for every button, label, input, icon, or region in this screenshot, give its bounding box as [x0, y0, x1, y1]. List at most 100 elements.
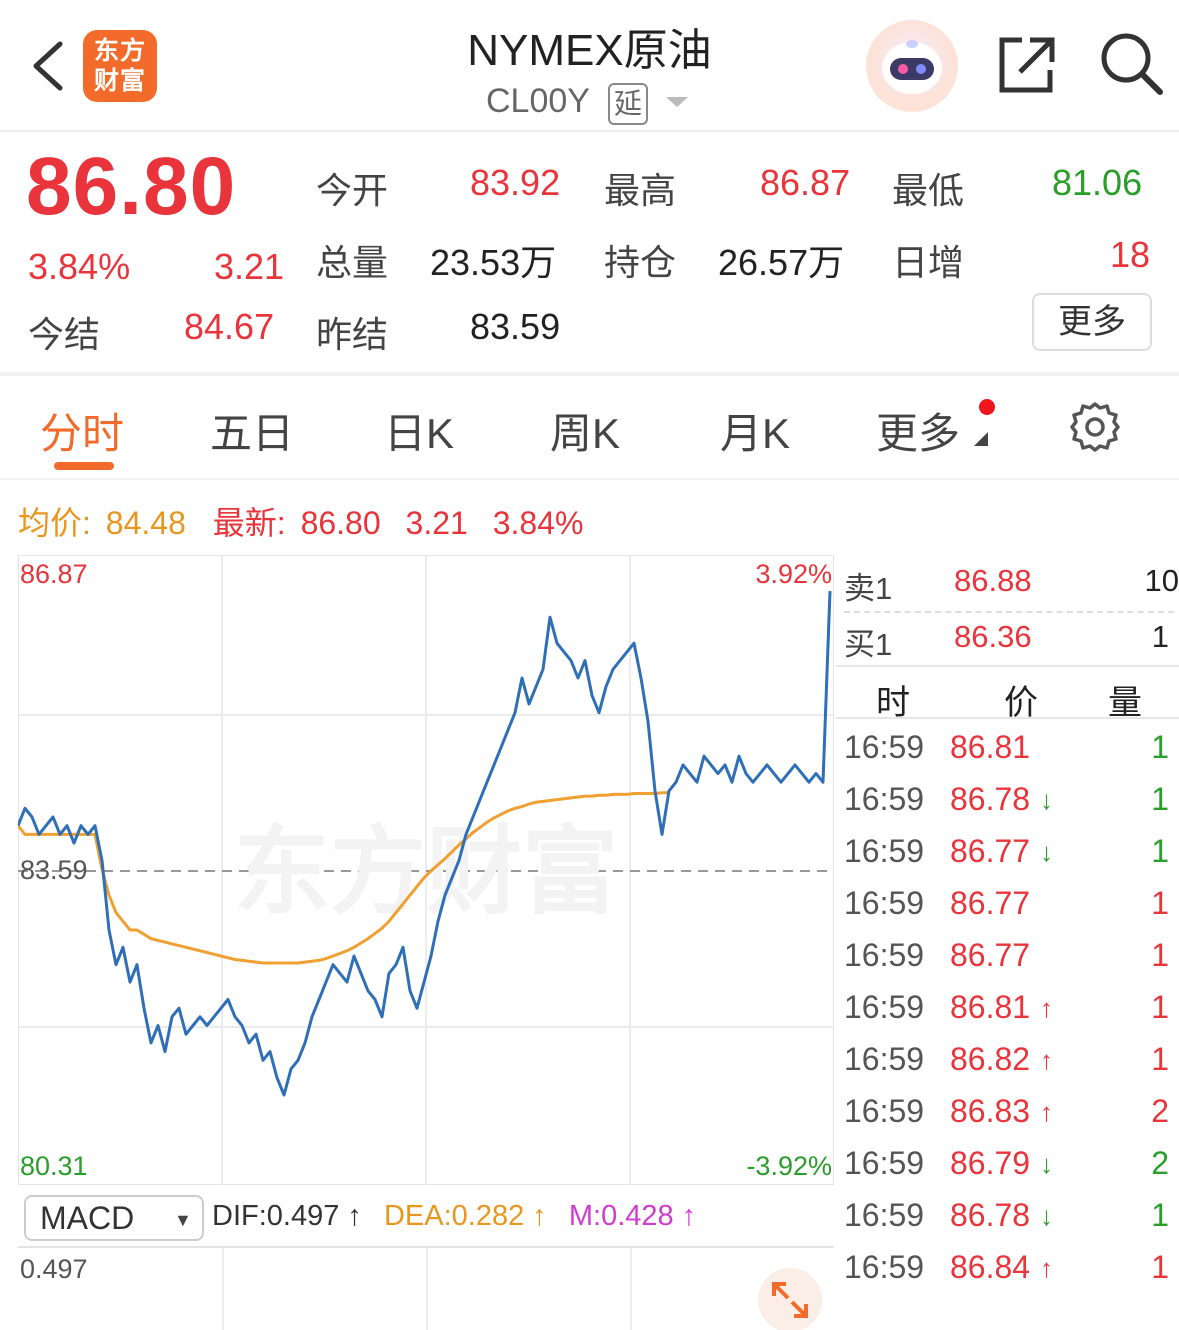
- tick-row: 16:59 86.78 ↓ 1: [836, 781, 1179, 833]
- tick-price: 86.81: [950, 729, 1031, 765]
- y-bottom-label: 80.31: [20, 1151, 88, 1181]
- tick-row: 16:59 86.77 1: [836, 885, 1179, 937]
- open-value: 83.92: [470, 162, 561, 203]
- pct-bottom-label: -3.92%: [746, 1151, 832, 1181]
- open-label: 今开: [316, 170, 389, 211]
- sell1-label: 卖1: [844, 571, 893, 606]
- tick-row: 16:59 86.77 ↓ 1: [836, 833, 1179, 885]
- assistant-avatar[interactable]: [866, 20, 958, 112]
- gear-icon[interactable]: [1068, 400, 1122, 454]
- macd-dea: DEA:0.282 ↑: [383, 1200, 547, 1232]
- daily-inc-value: 18: [1110, 234, 1151, 275]
- tick-time: 16:59: [844, 989, 925, 1025]
- tick-row: 16:59 86.77 1: [836, 937, 1179, 989]
- oi-value: 26.57万: [718, 242, 845, 283]
- tab-five-day[interactable]: 五日: [210, 400, 294, 461]
- tab-weekly-k[interactable]: 周K: [550, 400, 620, 461]
- grid-line: [630, 1248, 632, 1330]
- tick-price: 86.78: [950, 1197, 1031, 1233]
- high-label: 最高: [604, 170, 677, 211]
- chart-canvas: 东方财富: [16, 555, 834, 1185]
- high-value: 86.87: [760, 162, 851, 203]
- tick-price: 86.77: [950, 885, 1031, 921]
- tick-time: 16:59: [844, 1093, 925, 1129]
- more-quote-button[interactable]: 更多: [1032, 293, 1152, 351]
- volume-value: 23.53万: [430, 242, 557, 283]
- tick-time: 16:59: [844, 1249, 925, 1285]
- prev-settle-value: 83.59: [470, 306, 561, 347]
- settle-label: 今结: [28, 314, 101, 355]
- y-mid-label: 83.59: [20, 855, 88, 885]
- tick-row: 16:59 86.81 1: [836, 729, 1179, 781]
- divider: [836, 717, 1179, 719]
- low-label: 最低: [892, 170, 965, 211]
- tick-price: 86.84: [950, 1249, 1031, 1285]
- low-value: 81.06: [1052, 162, 1143, 203]
- tick-volume: 1: [1151, 781, 1169, 817]
- macd-top-label: 0.497: [20, 1254, 88, 1284]
- tick-time: 16:59: [844, 1145, 925, 1181]
- buy1-price: 86.36: [954, 619, 1032, 654]
- latest-pct: 3.84%: [492, 505, 584, 541]
- sell1-volume: 10: [1144, 563, 1179, 598]
- expand-button[interactable]: [758, 1268, 822, 1330]
- divider: [0, 372, 1179, 376]
- search-icon[interactable]: [1098, 30, 1164, 96]
- tab-monthly-k[interactable]: 月K: [720, 400, 790, 461]
- macd-legend: DIF:0.497 ↑ DEA:0.282 ↑ M:0.428 ↑: [212, 1200, 696, 1233]
- tick-volume: 1: [1151, 885, 1169, 921]
- macd-m: M:0.428 ↑: [568, 1200, 697, 1232]
- tick-row: 16:59 86.82 ↑ 1: [836, 1041, 1179, 1093]
- grid-line: [426, 1248, 428, 1330]
- tick-row: 16:59 86.81 ↑ 1: [836, 989, 1179, 1041]
- tick-price: 86.79: [950, 1145, 1031, 1181]
- tick-row: 16:59 86.84 ↑ 1: [836, 1249, 1179, 1301]
- chart-legend: 均价: 84.48 最新: 86.80 3.21 3.84%: [18, 498, 583, 544]
- tick-volume: 2: [1151, 1145, 1169, 1181]
- daily-inc-label: 日增: [892, 242, 965, 283]
- tick-time: 16:59: [844, 885, 925, 921]
- latest-label: 最新:: [212, 505, 286, 541]
- tick-volume: 1: [1151, 729, 1169, 765]
- robot-icon: [882, 40, 942, 94]
- divider: [844, 611, 1174, 613]
- pct-top-label: 3.92%: [755, 559, 832, 589]
- tick-arrow-icon: ↑: [1040, 1097, 1053, 1127]
- tick-price: 86.83: [950, 1093, 1031, 1129]
- corner-triangle-icon: [974, 432, 988, 446]
- avg-label: 均价:: [18, 505, 91, 541]
- buy1-volume: 1: [1151, 619, 1169, 654]
- tick-arrow-icon: ↑: [1040, 1045, 1053, 1075]
- oi-label: 持仓: [604, 242, 677, 283]
- tick-price: 86.77: [950, 937, 1031, 973]
- tab-daily-k[interactable]: 日K: [384, 400, 454, 461]
- tick-time: 16:59: [844, 1197, 925, 1233]
- prev-settle-label: 昨结: [316, 314, 389, 355]
- divider: [836, 665, 1179, 667]
- grid-line: [222, 1248, 224, 1330]
- tick-volume: 1: [1151, 1041, 1169, 1077]
- tab-more[interactable]: 更多: [876, 400, 960, 461]
- notification-dot: [979, 399, 995, 415]
- settle-value: 84.67: [184, 306, 275, 347]
- y-top-label: 86.87: [20, 559, 88, 589]
- ticks-list[interactable]: 16:59 86.81 1 16:59 86.78 ↓ 1 16:59 86.77 ↓ 1 16:59…: [836, 729, 1179, 1330]
- latest-value: 86.80: [300, 505, 381, 541]
- delay-badge: 延: [608, 83, 648, 125]
- divider: [0, 478, 1179, 480]
- share-icon[interactable]: [996, 34, 1056, 96]
- tab-intraday[interactable]: 分时: [40, 400, 124, 461]
- tick-volume: 1: [1151, 833, 1169, 869]
- tick-arrow-icon: ↓: [1040, 1149, 1053, 1179]
- order-book-panel: 卖1 86.88 10 买1 86.36 1 时 价 量 16:59 86.81 1…: [836, 555, 1179, 1330]
- intraday-chart[interactable]: 东方财富 86.87 83.59 80.31 3.92% -3.92%: [16, 555, 834, 1185]
- chevron-down-icon[interactable]: [664, 95, 690, 109]
- tick-arrow-icon: ↑: [1040, 1253, 1053, 1283]
- change-value: 3.21: [214, 246, 285, 287]
- tick-time: 16:59: [844, 833, 925, 869]
- watermark: 东方财富: [234, 819, 618, 926]
- top-bar: 东方 财富 NYMEX原油 CL00Y 延: [0, 0, 1179, 132]
- tick-volume: 2: [1151, 1093, 1169, 1129]
- tick-price: 86.81: [950, 989, 1031, 1025]
- tick-time: 16:59: [844, 729, 925, 765]
